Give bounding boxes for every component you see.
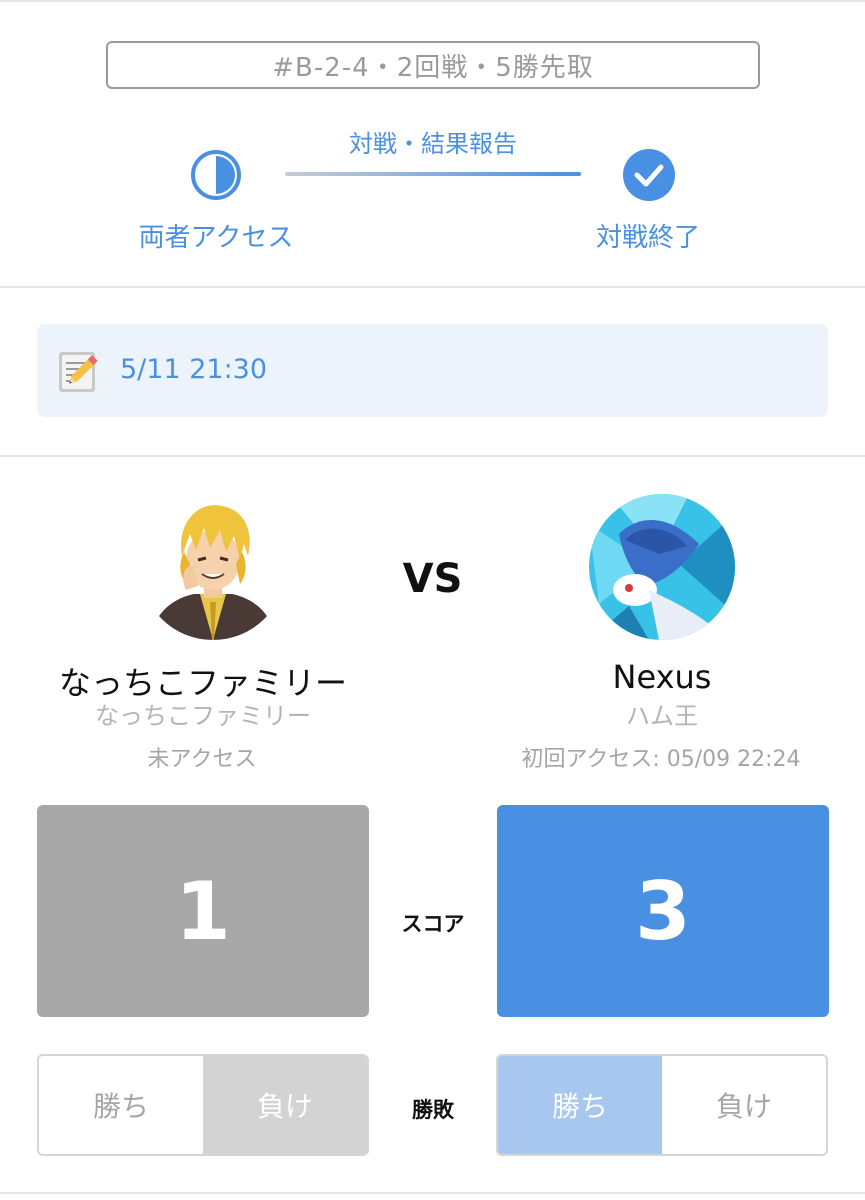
schedule-datetime: 5/11 21:30 [120,354,268,385]
player-left-sub-name: なっちこファミリー [95,702,311,730]
memo-pencil-icon [59,352,98,392]
step-match-finished-label: 対戦終了 [595,223,700,253]
section-divider [0,286,865,288]
top-divider [0,0,865,2]
bottom-divider [0,1192,865,1194]
player-right-win-button[interactable]: 勝ち [498,1056,662,1154]
player-left-avatar[interactable] [140,494,286,640]
schedule-box: 5/11 21:30 [37,324,828,417]
player-right-sub-name: ハム王 [626,702,698,730]
player-right-score[interactable]: 3 [497,805,829,1017]
player-right-result-toggle: 勝ち 負け [496,1054,828,1156]
player-right-avatar[interactable] [589,494,735,640]
player-left-result-toggle: 勝ち 負け [37,1054,369,1156]
check-circle-icon [623,149,675,201]
player-left-lose-button[interactable]: 負け [203,1056,367,1154]
player-left-access-status: 未アクセス [147,747,257,772]
step-both-access-label: 両者アクセス [138,223,294,253]
progress-line [285,172,581,176]
player-left-score[interactable]: 1 [37,805,369,1017]
result-label: 勝敗 [412,1098,454,1122]
player-right-lose-button[interactable]: 負け [662,1056,826,1154]
player-right-access-status: 初回アクセス: 05/09 22:24 [521,747,801,772]
half-circle-icon [191,150,241,200]
section-divider [0,455,865,457]
vs-label: VS [402,556,463,602]
step-report-label: 対戦・結果報告 [349,130,517,158]
score-label: スコア [401,912,465,936]
player-right-name: Nexus [612,658,712,696]
match-id-label: #B-2-4・2回戦・5勝先取 [106,41,760,89]
player-left-win-button[interactable]: 勝ち [39,1056,203,1154]
